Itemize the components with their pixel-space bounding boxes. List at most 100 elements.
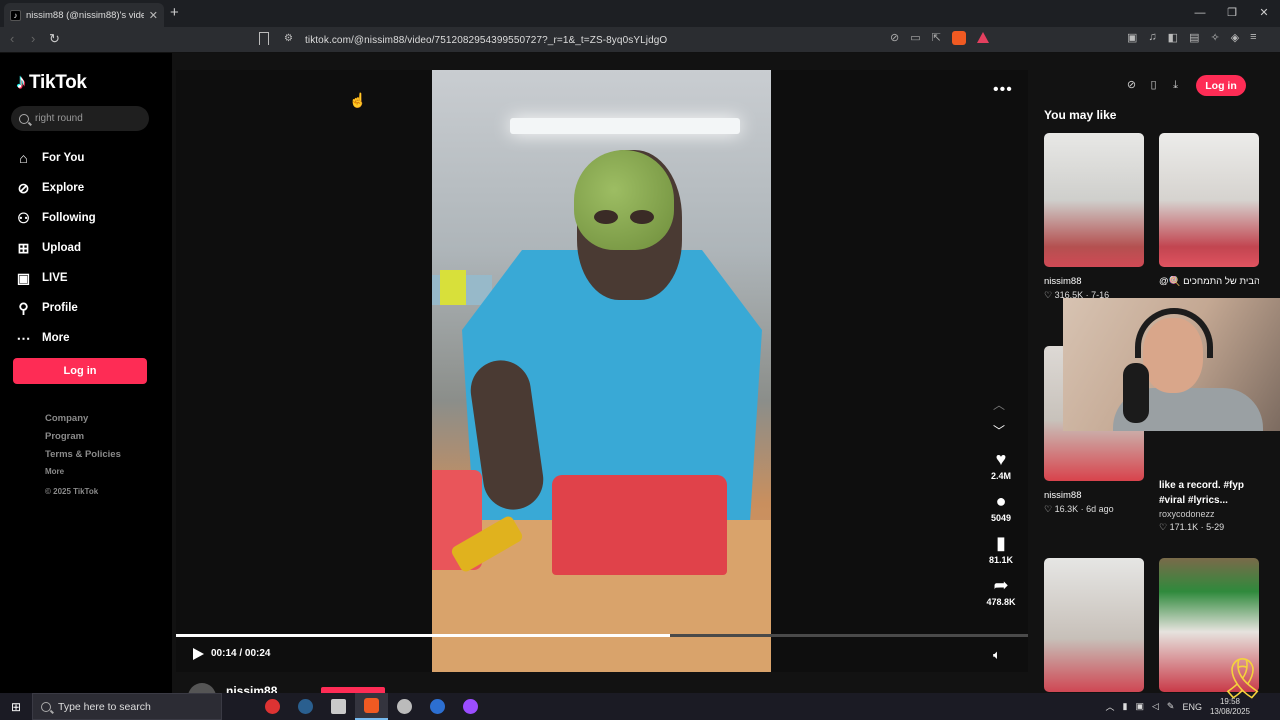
avatar[interactable] xyxy=(188,683,216,693)
reload-icon[interactable]: ↻ xyxy=(49,31,60,47)
browser-tab[interactable]: ♪ nissim88 (@nissim88)'s video ✕ xyxy=(4,3,164,27)
sidebar-item-explore[interactable]: ⊘ Explore xyxy=(16,173,96,203)
author-name[interactable]: nissim88 xyxy=(226,684,277,693)
taskbar-app-brave[interactable] xyxy=(355,693,388,720)
sidebar-item-label: Explore xyxy=(42,182,85,194)
no-cast-icon[interactable]: ⊘ xyxy=(890,31,899,45)
footer-link-more[interactable]: More xyxy=(45,467,121,487)
speaker-tray-icon[interactable]: ◁ xyxy=(1152,701,1159,712)
cast-icon[interactable]: ▭ xyxy=(910,31,920,45)
menu-icon[interactable]: ≡ xyxy=(1250,31,1256,44)
taskbar-app-clock[interactable] xyxy=(256,693,289,720)
recommended-card[interactable]: @🍭 סטה הבית של התמחכים🍭 xyxy=(1159,133,1259,287)
pen-tray-icon[interactable]: ✎ xyxy=(1167,701,1175,712)
bookmark-icon[interactable]: ▮ xyxy=(982,532,1020,554)
share-action[interactable]: ➦ 478.8K xyxy=(982,574,1020,607)
display-tray-icon[interactable]: ▣ xyxy=(1135,701,1144,712)
thumbnail[interactable] xyxy=(1044,558,1144,692)
sidebar-toggle-icon[interactable]: ◧ xyxy=(1168,31,1178,44)
wallet-icon[interactable]: ▤ xyxy=(1189,31,1199,44)
taskbar-app-shield[interactable] xyxy=(388,693,421,720)
windows-start-icon[interactable]: ⊞ xyxy=(0,693,32,720)
brave-rewards-icon[interactable] xyxy=(976,32,989,43)
sidebar-item-more[interactable]: ⋯ More xyxy=(16,323,96,353)
taskbar-app-messenger[interactable] xyxy=(454,693,487,720)
download-icon[interactable]: ⤓ xyxy=(1169,79,1182,92)
taskbar-app-files[interactable] xyxy=(322,693,355,720)
recommended-card[interactable]: nissim88 ♡ 316.5K · 7-16 xyxy=(1044,133,1144,301)
header-login-button[interactable]: Log in xyxy=(1196,75,1246,96)
bookmark-icon[interactable] xyxy=(259,32,269,45)
share-count: 478.8K xyxy=(986,597,1016,607)
sidebar-item-following[interactable]: ⚇ Following xyxy=(16,203,95,233)
volume-icon[interactable]: 🔈︎ xyxy=(993,647,1001,663)
ai-icon[interactable]: ✧ xyxy=(1210,31,1219,44)
footer-link-program[interactable]: Program xyxy=(45,431,121,449)
search-box[interactable] xyxy=(11,106,149,131)
card-author[interactable]: nissim88 xyxy=(1044,276,1144,287)
sidebar-item-upload[interactable]: ⊞ Upload xyxy=(16,233,96,263)
clock-date: 13/08/2025 xyxy=(1209,706,1250,716)
card-author[interactable]: @🍭 סטה הבית של התמחכים🍭 xyxy=(1159,276,1259,287)
card-author[interactable]: nissim88 xyxy=(1044,490,1144,501)
heart-icon[interactable]: ♥ xyxy=(982,448,1020,470)
save-action[interactable]: ▮ 81.1K xyxy=(982,532,1020,565)
phone-icon[interactable]: ▯ xyxy=(1147,79,1160,92)
card-meta: ♡ 16.3K · 6d ago xyxy=(1044,504,1114,514)
compass-icon[interactable]: ⊘ xyxy=(1125,79,1138,92)
sidebar-item-for-you[interactable]: ⌂ For You xyxy=(16,143,96,173)
video-mask-eye xyxy=(630,210,654,224)
site-info-icon[interactable]: ⚙ xyxy=(284,33,293,44)
search-input[interactable] xyxy=(35,113,135,124)
url-text[interactable]: tiktok.com/@nissim88/video/7512082954399… xyxy=(305,35,667,46)
card-meta: ♡ 171.1K · 5-29 xyxy=(1159,522,1225,532)
sidebar-item-profile[interactable]: ⚲ Profile xyxy=(16,293,96,323)
minimize-button[interactable]: — xyxy=(1184,0,1216,27)
comment-icon[interactable]: ● xyxy=(982,490,1020,512)
sidebar-item-live[interactable]: ▣ LIVE xyxy=(16,263,96,293)
more-options-icon[interactable]: ••• xyxy=(993,81,1013,99)
card-author[interactable]: roxycodonezz xyxy=(1159,509,1259,519)
share-arrow-icon[interactable]: ➦ xyxy=(982,574,1020,596)
previous-video-icon[interactable]: ︿ xyxy=(993,392,1005,418)
comment-action[interactable]: ● 5049 xyxy=(982,490,1020,523)
author-row: nissim88 xyxy=(188,683,308,693)
thumbnail[interactable] xyxy=(1159,133,1259,267)
recommended-card[interactable] xyxy=(1044,558,1144,692)
extension-icon[interactable]: ▣ xyxy=(1127,31,1137,44)
language-indicator[interactable]: ENG xyxy=(1182,702,1202,712)
search-icon[interactable] xyxy=(19,113,29,124)
close-tab-icon[interactable]: ✕ xyxy=(149,9,158,22)
close-window-button[interactable]: ✕ xyxy=(1248,0,1280,27)
video-nav-arrows: ︿ ﹀ xyxy=(993,392,1005,444)
footer-link-company[interactable]: Company xyxy=(45,413,121,431)
video-progress-bar[interactable] xyxy=(176,634,1028,637)
recommended-card[interactable]: like a record. #fyp #viral #lyrics... ro… xyxy=(1159,473,1259,533)
comment-count: 5049 xyxy=(990,513,1012,523)
share-icon[interactable]: ⇱ xyxy=(932,31,941,45)
video-frame[interactable] xyxy=(432,70,771,672)
taskbar-search[interactable]: Type here to search xyxy=(32,693,222,720)
footer-link-terms[interactable]: Terms & Policies xyxy=(45,449,121,467)
forward-icon[interactable]: › xyxy=(31,31,35,46)
taskbar-search-placeholder[interactable]: Type here to search xyxy=(58,701,151,713)
thumbnail[interactable] xyxy=(1044,133,1144,267)
brave-shields-icon[interactable] xyxy=(951,31,966,45)
taskbar-app-steam[interactable] xyxy=(289,693,322,720)
you-may-like-heading: You may like xyxy=(1044,108,1117,122)
back-icon[interactable]: ‹ xyxy=(10,31,14,46)
new-tab-button[interactable]: + xyxy=(170,4,179,21)
next-video-icon[interactable]: ﹀ xyxy=(993,418,1005,444)
play-icon[interactable] xyxy=(193,648,204,660)
tray-chevron-icon[interactable]: ︿ xyxy=(1105,700,1114,713)
like-action[interactable]: ♥ 2.4M xyxy=(982,448,1020,481)
sidebar-login-button[interactable]: Log in xyxy=(13,358,147,384)
maximize-button[interactable]: ❐ xyxy=(1216,0,1248,27)
vpn-icon[interactable]: ◈ xyxy=(1231,31,1239,44)
video-player[interactable]: ••• ︿ ﹀ ♥ 2.4M ● 5049 ▮ 81.1K ➦ 478.8K 0… xyxy=(176,70,1028,672)
music-icon[interactable]: ♫ xyxy=(1148,31,1156,44)
card-title[interactable]: like a record. #fyp #viral #lyrics... xyxy=(1159,478,1259,508)
microphone-tray-icon[interactable]: ▮ xyxy=(1123,701,1128,712)
taskbar-app-ccleaner[interactable] xyxy=(421,693,454,720)
tiktok-logo[interactable]: ♪ TikTok xyxy=(16,71,87,94)
